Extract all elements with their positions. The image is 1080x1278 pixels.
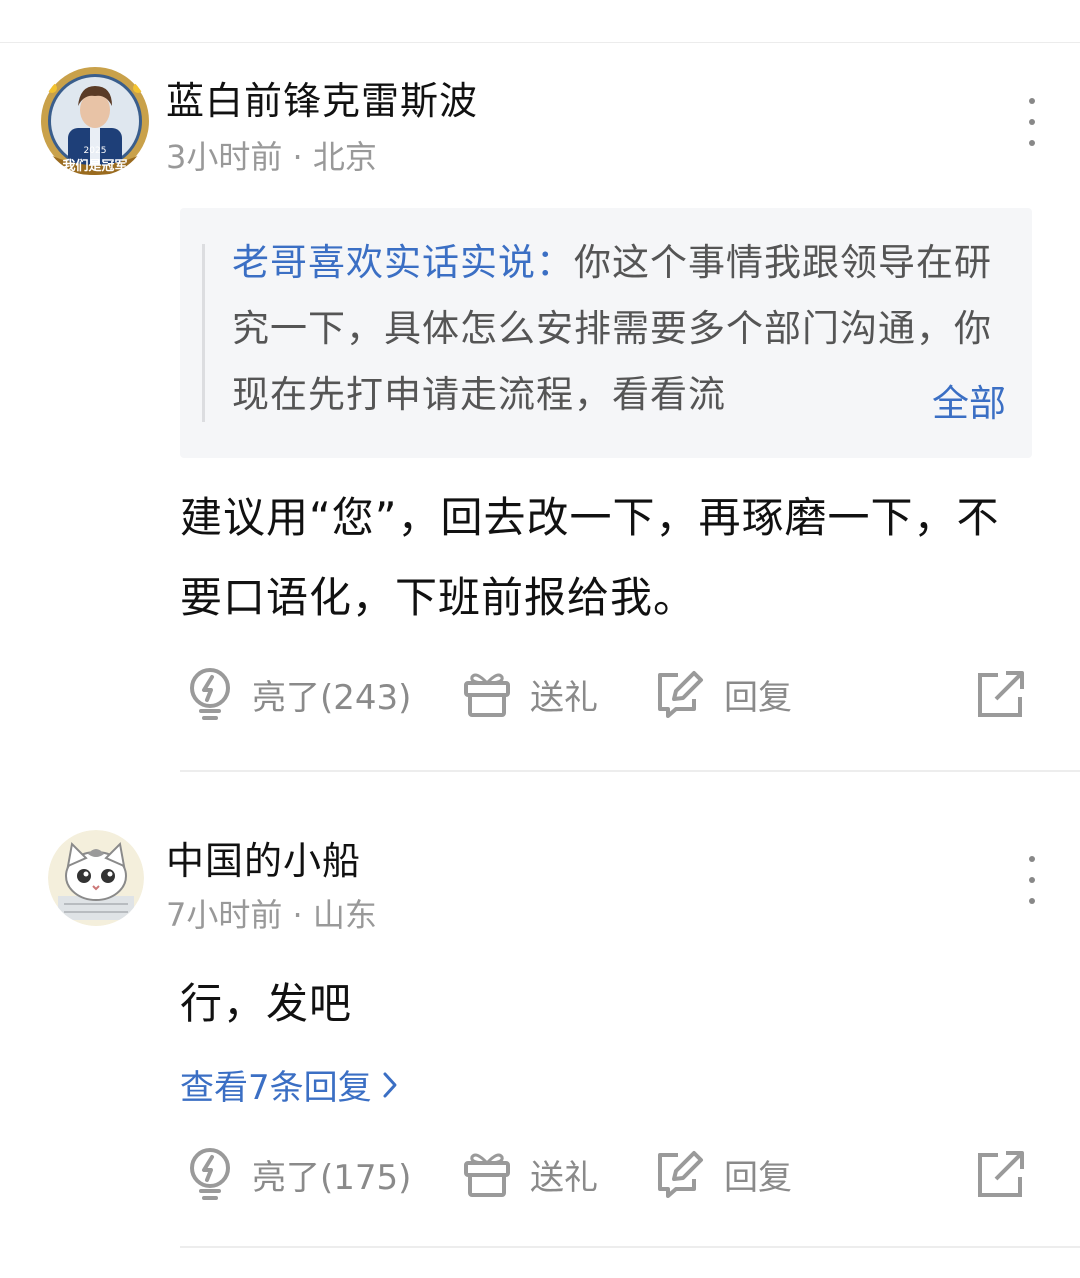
lightbulb-icon	[190, 1148, 230, 1200]
more-vertical-icon[interactable]	[1022, 98, 1042, 146]
avatar[interactable]	[48, 830, 144, 926]
comment-divider	[180, 770, 1080, 772]
svg-text:2025: 2025	[84, 146, 107, 156]
gift-button[interactable]: 送礼	[462, 664, 598, 724]
gift-icon	[464, 1153, 510, 1197]
comment-body: 建议用“您”，回去改一下，再琢磨一下，不要口语化，下班前报给我。	[180, 493, 1000, 622]
username[interactable]: 蓝白前锋克雷斯波	[166, 70, 478, 125]
svg-text:我们是冠军: 我们是冠军	[62, 158, 127, 174]
chevron-right-icon	[383, 1072, 397, 1097]
share-icon	[978, 671, 1024, 717]
action-bar: 亮了(175) 送礼 回复	[0, 1144, 1080, 1204]
view-replies-link[interactable]: 查看7条回复	[180, 1060, 400, 1109]
like-count-label: 亮了(243)	[252, 677, 412, 718]
gift-label: 送礼	[530, 677, 598, 718]
comment-meta: 7小时前 · 山东	[166, 896, 377, 934]
gift-icon	[464, 673, 510, 717]
like-count-label: 亮了(175)	[252, 1157, 412, 1198]
quote-author[interactable]: 老哥喜欢实话实说：	[232, 241, 574, 284]
like-button[interactable]: 亮了(175)	[186, 1144, 411, 1204]
quote-bar	[202, 244, 205, 422]
view-replies-label: 查看7条回复	[180, 1068, 372, 1108]
edit-icon	[658, 671, 703, 718]
avatar-image: 我们是冠军 2025	[41, 67, 149, 175]
comment-divider	[180, 1246, 1080, 1248]
reply-button[interactable]: 回复	[654, 664, 792, 724]
action-bar: 亮了(243) 送礼 回复	[0, 664, 1080, 724]
gift-button[interactable]: 送礼	[462, 1144, 598, 1204]
avatar[interactable]: 我们是冠军 2025	[40, 66, 150, 176]
more-vertical-icon[interactable]	[1022, 856, 1042, 904]
quote-expand-link[interactable]: 全部	[892, 378, 1006, 430]
avatar-image	[48, 830, 144, 926]
top-divider	[0, 42, 1080, 43]
username[interactable]: 中国的小船	[166, 830, 361, 885]
reply-label: 回复	[724, 1157, 792, 1198]
comment-body: 行，发吧	[180, 979, 353, 1028]
gift-label: 送礼	[530, 1157, 598, 1198]
edit-icon	[658, 1151, 703, 1198]
share-button[interactable]	[976, 1144, 1044, 1204]
share-icon	[978, 1151, 1024, 1197]
reply-label: 回复	[724, 677, 792, 718]
like-button[interactable]: 亮了(243)	[186, 664, 411, 724]
quoted-comment[interactable]: 老哥喜欢实话实说：你这个事情我跟领导在研究一下，具体怎么安排需要多个部门沟通，你…	[180, 208, 1032, 458]
share-button[interactable]	[976, 664, 1044, 724]
lightbulb-icon	[190, 668, 230, 720]
comment-meta: 3小时前 · 北京	[166, 138, 377, 176]
reply-button[interactable]: 回复	[654, 1144, 792, 1204]
